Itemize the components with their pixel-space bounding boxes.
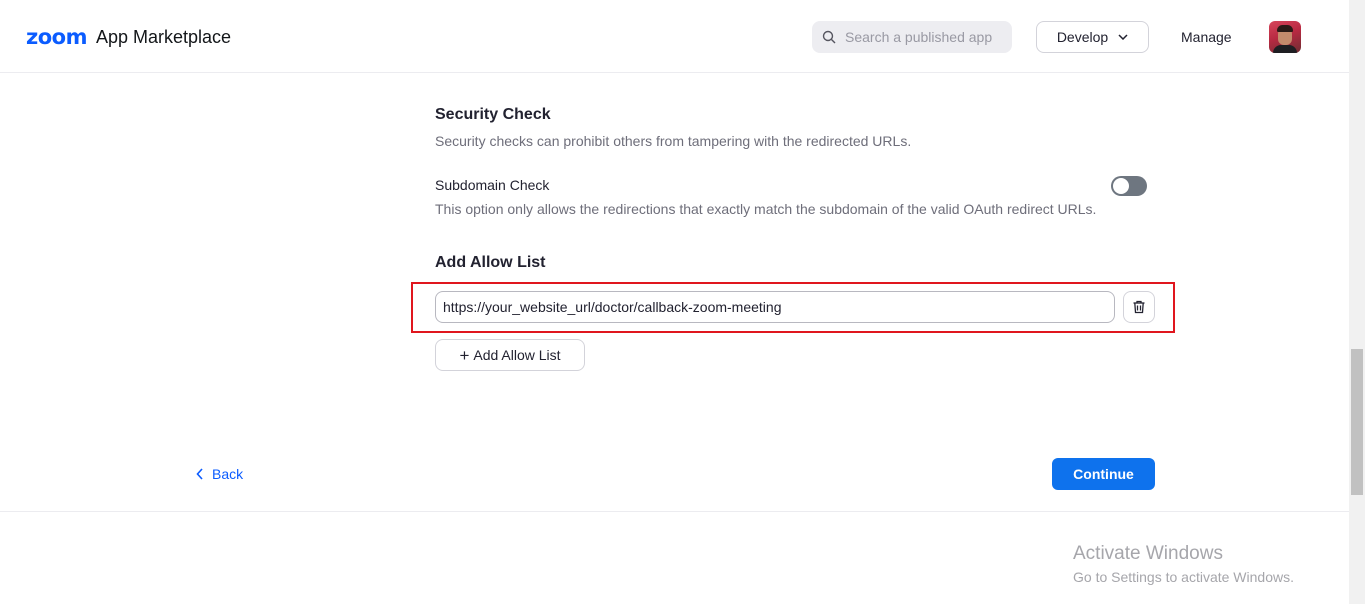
logo-text: App Marketplace (95, 26, 232, 47)
search-icon (822, 30, 836, 44)
allow-list-url-input[interactable] (435, 291, 1115, 323)
add-allow-list-button[interactable]: + Add Allow List (435, 339, 585, 371)
back-label: Back (212, 466, 244, 482)
app-marketplace-logo[interactable]: zoom App Marketplace (26, 25, 231, 49)
manage-link[interactable]: Manage (1181, 29, 1232, 45)
watermark-subtitle: Go to Settings to activate Windows. (1073, 569, 1294, 585)
develop-dropdown[interactable]: Develop (1036, 21, 1149, 53)
plus-icon: + (459, 345, 470, 365)
top-header: zoom App Marketplace Search a published … (0, 0, 1349, 73)
subdomain-check-description: This option only allows the redirections… (435, 201, 1097, 217)
scrollbar-thumb[interactable] (1351, 349, 1363, 495)
scrollbar-track[interactable] (1349, 0, 1365, 604)
chevron-down-icon (1118, 34, 1128, 40)
add-allow-list-label: Add Allow List (473, 347, 561, 363)
avatar[interactable] (1269, 21, 1301, 53)
trash-icon (1133, 300, 1145, 314)
security-check-description: Security checks can prohibit others from… (435, 133, 912, 149)
delete-url-button[interactable] (1123, 291, 1155, 323)
security-check-title: Security Check (435, 106, 551, 123)
continue-button[interactable]: Continue (1052, 458, 1155, 490)
watermark-title: Activate Windows (1073, 543, 1223, 564)
subdomain-check-toggle[interactable] (1111, 176, 1147, 196)
activate-windows-watermark: Activate Windows Go to Settings to activ… (1073, 543, 1294, 585)
page: Security Check Security checks can prohi… (0, 0, 1349, 604)
develop-label: Develop (1056, 29, 1109, 45)
footer-divider (0, 511, 1349, 512)
toggle-knob (1113, 178, 1129, 194)
add-allow-list-title: Add Allow List (435, 254, 546, 271)
zoom-logo: zoom (26, 25, 87, 49)
back-link[interactable]: Back (196, 466, 243, 482)
chevron-left-icon (196, 468, 203, 480)
search-input[interactable]: Search a published app (812, 21, 1012, 53)
subdomain-check-label: Subdomain Check (435, 177, 550, 193)
search-placeholder: Search a published app (845, 29, 993, 45)
